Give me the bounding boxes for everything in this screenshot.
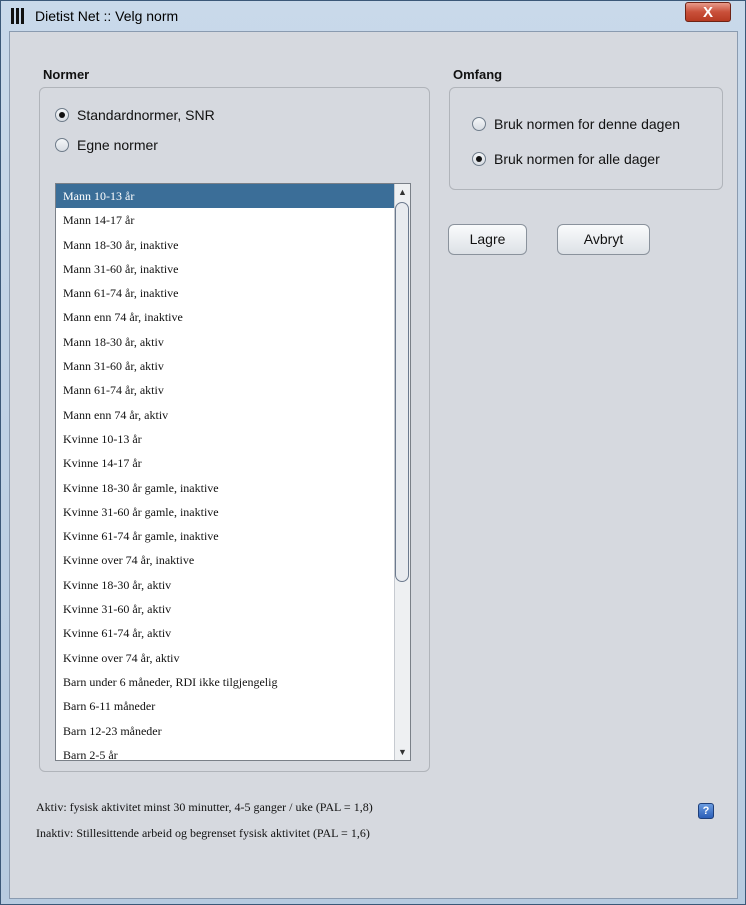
list-item[interactable]: Mann 31-60 år, inaktive — [56, 257, 410, 281]
help-icon[interactable]: ? — [698, 803, 714, 819]
radio-denne-dagen-label: Bruk normen for denne dagen — [494, 116, 681, 132]
dialog-window: Dietist Net :: Velg norm X Normer Standa… — [0, 0, 746, 905]
list-item[interactable]: Mann 61-74 år, aktiv — [56, 378, 410, 402]
list-item[interactable]: Mann 10-13 år — [56, 184, 410, 209]
list-item[interactable]: Kvinne 18-30 år, aktiv — [56, 573, 410, 597]
list-item[interactable]: Mann enn 74 år, aktiv — [56, 403, 410, 427]
norm-listbox[interactable]: Mann 10-13 år Mann 14-17 år Mann 18-30 år,… — [55, 183, 411, 761]
scrollbar-thumb[interactable] — [395, 202, 409, 582]
list-item[interactable]: Barn under 6 måneder, RDI ikke tilgjenge… — [56, 670, 410, 694]
list-item[interactable]: Barn 6-11 måneder — [56, 694, 410, 718]
list-item[interactable]: Kvinne over 74 år, aktiv — [56, 646, 410, 670]
list-item[interactable]: Kvinne 31-60 år, aktiv — [56, 597, 410, 621]
list-item[interactable]: Barn 12-23 måneder — [56, 719, 410, 743]
note-aktiv: Aktiv: fysisk aktivitet minst 30 minutte… — [36, 800, 373, 814]
list-item[interactable]: Mann 14-17 år — [56, 208, 410, 232]
radio-unselected-icon — [55, 138, 69, 152]
list-item[interactable]: Kvinne 61-74 år gamle, inaktive — [56, 524, 410, 548]
radio-selected-icon — [472, 152, 486, 166]
radio-egne-normer-label: Egne normer — [77, 137, 158, 153]
norm-list: Mann 10-13 år Mann 14-17 år Mann 18-30 år,… — [56, 184, 410, 760]
list-item[interactable]: Barn 2-5 år — [56, 743, 410, 760]
list-item[interactable]: Mann 61-74 år, inaktive — [56, 281, 410, 305]
cancel-button[interactable]: Avbryt — [557, 224, 650, 255]
list-item[interactable]: Mann 18-30 år, inaktive — [56, 233, 410, 257]
list-item[interactable]: Mann enn 74 år, inaktive — [56, 305, 410, 329]
list-item[interactable]: Kvinne 14-17 år — [56, 451, 410, 475]
list-item[interactable]: Kvinne 31-60 år gamle, inaktive — [56, 500, 410, 524]
scroll-up-arrow-icon[interactable]: ▲ — [395, 184, 410, 200]
scroll-down-arrow-icon[interactable]: ▼ — [395, 744, 410, 760]
radio-standardnormer[interactable]: Standardnormer, SNR — [55, 107, 215, 123]
radio-unselected-icon — [472, 117, 486, 131]
radio-egne-normer[interactable]: Egne normer — [55, 137, 158, 153]
cutlery-icon — [11, 8, 25, 24]
list-item[interactable]: Kvinne 10-13 år — [56, 427, 410, 451]
dialog-body: Normer Standardnormer, SNR Egne normer M… — [9, 31, 738, 899]
radio-denne-dagen[interactable]: Bruk normen for denne dagen — [472, 116, 680, 132]
list-item[interactable]: Kvinne over 74 år, inaktive — [56, 548, 410, 572]
radio-standardnormer-label: Standardnormer, SNR — [77, 107, 215, 123]
list-item[interactable]: Kvinne 61-74 år, aktiv — [56, 621, 410, 645]
omfang-group — [449, 87, 723, 190]
radio-alle-dager[interactable]: Bruk normen for alle dager — [472, 151, 660, 167]
radio-alle-dager-label: Bruk normen for alle dager — [494, 151, 660, 167]
radio-selected-icon — [55, 108, 69, 122]
list-scrollbar[interactable]: ▲ ▼ — [394, 184, 410, 760]
list-item[interactable]: Mann 18-30 år, aktiv — [56, 330, 410, 354]
window-title: Dietist Net :: Velg norm — [35, 8, 179, 24]
title-bar[interactable]: Dietist Net :: Velg norm X — [1, 1, 745, 31]
normer-title: Normer — [43, 67, 90, 82]
list-item[interactable]: Mann 31-60 år, aktiv — [56, 354, 410, 378]
note-inaktiv: Inaktiv: Stillesittende arbeid og begren… — [36, 826, 370, 840]
close-button[interactable]: X — [685, 2, 731, 22]
list-item[interactable]: Kvinne 18-30 år gamle, inaktive — [56, 476, 410, 500]
omfang-title: Omfang — [453, 67, 503, 82]
save-button[interactable]: Lagre — [448, 224, 527, 255]
